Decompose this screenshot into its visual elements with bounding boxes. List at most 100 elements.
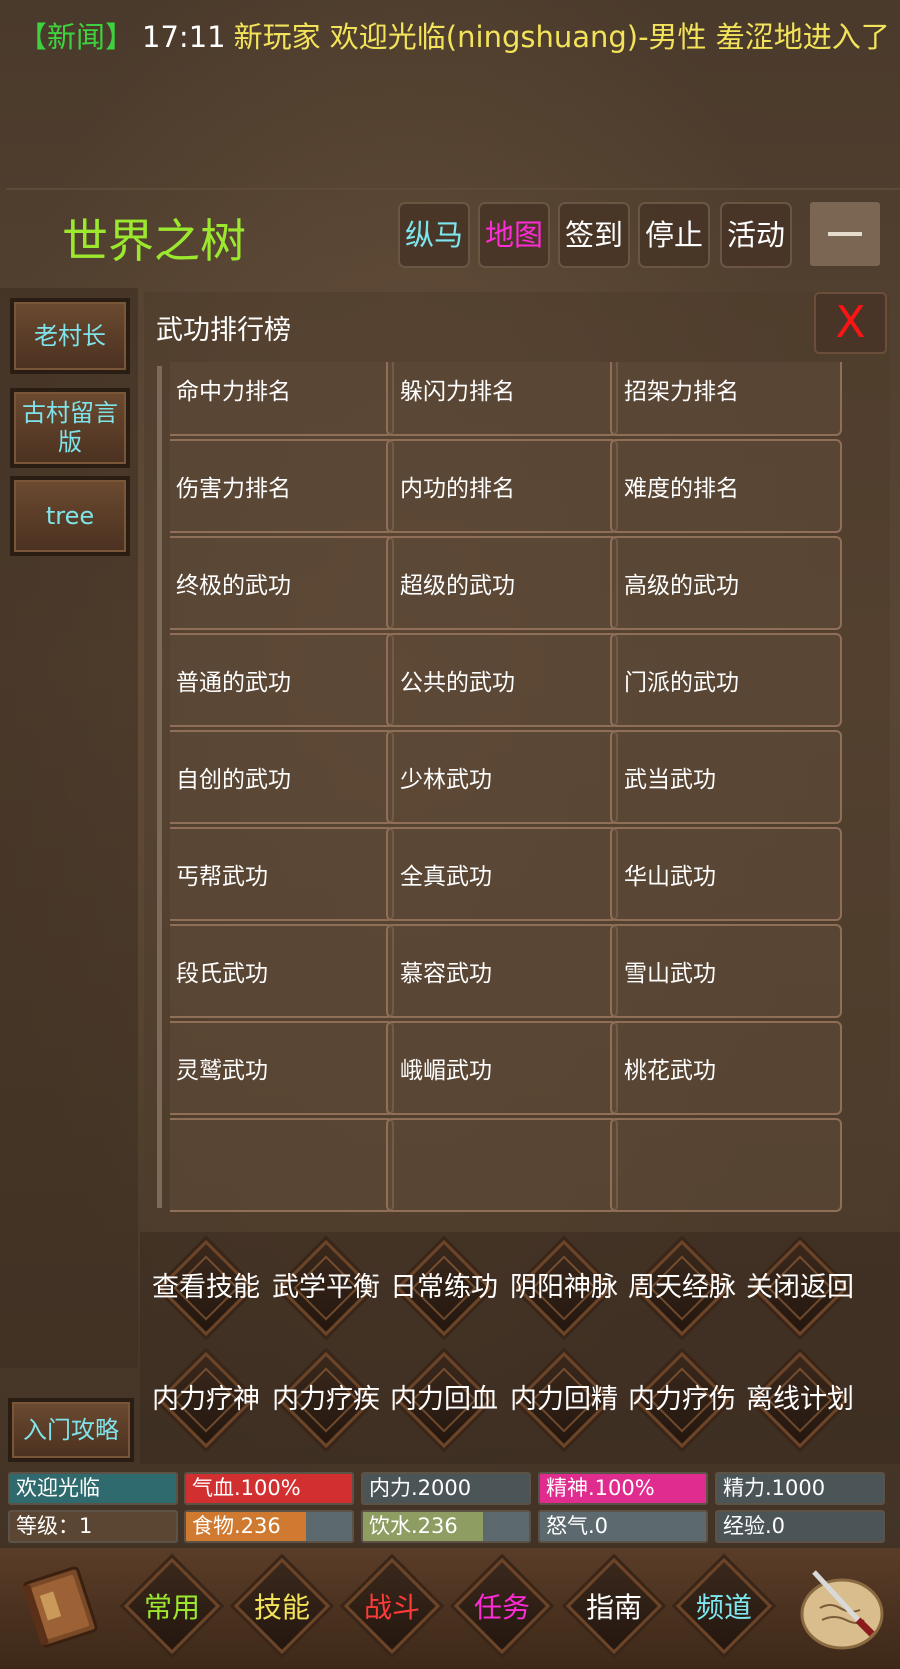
ranking-item-button[interactable]: 武当武功	[610, 730, 842, 824]
action-button[interactable]: 内力 回血	[388, 1344, 500, 1456]
footer-tab-label: 技能	[253, 1591, 310, 1624]
ranking-item-button[interactable]: 公共的武功	[386, 633, 618, 727]
map-button[interactable]: 地图	[478, 202, 550, 268]
footer-tab[interactable]: 技能	[226, 1550, 338, 1662]
action-button[interactable]: 内力 疗疾	[270, 1344, 382, 1456]
ranking-item-button[interactable]	[170, 1118, 394, 1212]
ranking-item-button[interactable]: 雪山武功	[610, 924, 842, 1018]
action-button[interactable]: 阴阳 神脉	[508, 1232, 620, 1344]
ranking-item-label: 门派的武功	[624, 670, 739, 696]
ranking-item-button[interactable]: 普通的武功	[170, 633, 394, 727]
footer-tab-label: 常用	[143, 1591, 200, 1624]
action-label: 查看 技能	[152, 1272, 260, 1303]
footer-tab[interactable]: 指南	[558, 1550, 670, 1662]
ranking-item-button[interactable]: 桃花武功	[610, 1021, 842, 1115]
ranking-item-button[interactable]: 躲闪力排名	[386, 362, 618, 436]
ranking-item-button[interactable]: 招架力排名	[610, 362, 842, 436]
ranking-item-button[interactable]: 门派的武功	[610, 633, 842, 727]
ranking-item-button[interactable]: 慕容武功	[386, 924, 618, 1018]
ride-button[interactable]: 纵马	[398, 202, 470, 268]
ranking-item-button[interactable]: 丐帮武功	[170, 827, 394, 921]
action-button[interactable]: 周天 经脉	[626, 1232, 738, 1344]
ranking-item-button[interactable]: 全真武功	[386, 827, 618, 921]
ranking-item-button[interactable]	[386, 1118, 618, 1212]
stat-bar: 气血.100%	[184, 1472, 354, 1505]
checkin-button[interactable]: 签到	[558, 202, 630, 268]
ranking-item-button[interactable]: 命中力排名	[170, 362, 394, 436]
action-label: 内力 疗伤	[628, 1384, 736, 1415]
ride-label: 纵马	[404, 218, 463, 252]
beginner-guide-button[interactable]: 入门攻略	[8, 1398, 134, 1462]
action-button[interactable]: 内力 疗神	[150, 1344, 262, 1456]
npc-old-village-chief[interactable]: 老村长	[10, 298, 130, 374]
footer-tab-label: 指南	[585, 1591, 642, 1624]
stat-label: 饮水.236	[369, 1514, 458, 1538]
npc-message-board[interactable]: 古村留言版	[10, 388, 130, 468]
stat-bar: 精神.100%	[538, 1472, 708, 1505]
footer-tab[interactable]: 常用	[116, 1550, 228, 1662]
action-label: 离线 计划	[746, 1384, 854, 1415]
ranking-item-label: 躲闪力排名	[400, 379, 515, 405]
ranking-item-button[interactable]: 华山武功	[610, 827, 842, 921]
close-button[interactable]: X	[814, 292, 887, 354]
action-button[interactable]: 关闭 返回	[744, 1232, 856, 1344]
action-button[interactable]: 武学 平衡	[270, 1232, 382, 1344]
npc-tree[interactable]: tree	[10, 476, 130, 556]
ranking-item-label: 内功的排名	[400, 476, 515, 502]
stat-bar: 饮水.236	[361, 1510, 531, 1543]
scroll-dagger-icon[interactable]	[792, 1562, 888, 1654]
stat-bar: 怒气.0	[538, 1510, 708, 1543]
stop-label: 停止	[644, 218, 703, 252]
ranking-grid: 命中力排名 躲闪力排名 招架力排名伤害力排名 内功的排名 难度的排名终极的武功 超级的武功…	[170, 362, 882, 1214]
ranking-item-label: 桃花武功	[624, 1058, 716, 1084]
stat-label: 精神.100%	[546, 1476, 655, 1500]
action-label: 内力 疗疾	[272, 1384, 380, 1415]
ranking-item-button[interactable]: 段氏武功	[170, 924, 394, 1018]
action-button[interactable]: 日常 练功	[388, 1232, 500, 1344]
ranking-item-label: 丐帮武功	[176, 864, 268, 890]
ranking-item-button[interactable]: 高级的武功	[610, 536, 842, 630]
action-button[interactable]: 离线 计划	[744, 1344, 856, 1456]
ranking-item-button[interactable]: 难度的排名	[610, 439, 842, 533]
ranking-item-button[interactable]: 灵鹫武功	[170, 1021, 394, 1115]
action-label: 阴阳 神脉	[510, 1272, 618, 1303]
ranking-item-button[interactable]: 自创的武功	[170, 730, 394, 824]
stat-bar: 经验.0	[715, 1510, 885, 1543]
ranking-item-label: 伤害力排名	[176, 476, 291, 502]
ranking-item-button[interactable]: 内功的排名	[386, 439, 618, 533]
stat-label: 经验.0	[723, 1514, 786, 1538]
footer-tab-label: 任务	[473, 1591, 530, 1624]
ranking-item-button[interactable]	[610, 1118, 842, 1212]
footer-tab[interactable]: 战斗	[336, 1550, 448, 1662]
action-label: 周天 经脉	[628, 1272, 736, 1303]
news-message: 新玩家 欢迎光临(ningshuang)-男性 羞涩地进入了	[233, 20, 890, 54]
ranking-item-button[interactable]: 终极的武功	[170, 536, 394, 630]
footer-tab[interactable]: 任务	[446, 1550, 558, 1662]
action-button[interactable]: 内力 回精	[508, 1344, 620, 1456]
ranking-item-label: 峨嵋武功	[400, 1058, 492, 1084]
stat-label: 气血.100%	[192, 1476, 301, 1500]
book-icon[interactable]	[14, 1560, 106, 1652]
ranking-item-label: 公共的武功	[400, 670, 515, 696]
header-divider	[6, 188, 900, 190]
scrollbar[interactable]	[157, 366, 162, 1208]
ranking-item-button[interactable]: 峨嵋武功	[386, 1021, 618, 1115]
ranking-item-button[interactable]: 伤害力排名	[170, 439, 394, 533]
action-button[interactable]: 查看 技能	[150, 1232, 262, 1344]
ranking-item-label: 雪山武功	[624, 961, 716, 987]
action-label: 内力 回血	[390, 1384, 498, 1415]
footer-tab[interactable]: 频道	[668, 1550, 780, 1662]
footer-tab-label: 战斗	[363, 1591, 420, 1624]
action-button[interactable]: 内力 疗伤	[626, 1344, 738, 1456]
ranking-item-button[interactable]: 超级的武功	[386, 536, 618, 630]
ranking-item-label: 段氏武功	[176, 961, 268, 987]
npc-label: 老村长	[34, 321, 106, 350]
ranking-item-label: 少林武功	[400, 767, 492, 793]
ranking-item-label: 慕容武功	[400, 961, 492, 987]
activity-button[interactable]: 活动	[720, 202, 792, 268]
stop-button[interactable]: 停止	[638, 202, 710, 268]
minimize-button[interactable]	[810, 202, 880, 266]
ranking-item-label: 超级的武功	[400, 573, 515, 599]
ranking-item-label: 全真武功	[400, 864, 492, 890]
ranking-item-button[interactable]: 少林武功	[386, 730, 618, 824]
